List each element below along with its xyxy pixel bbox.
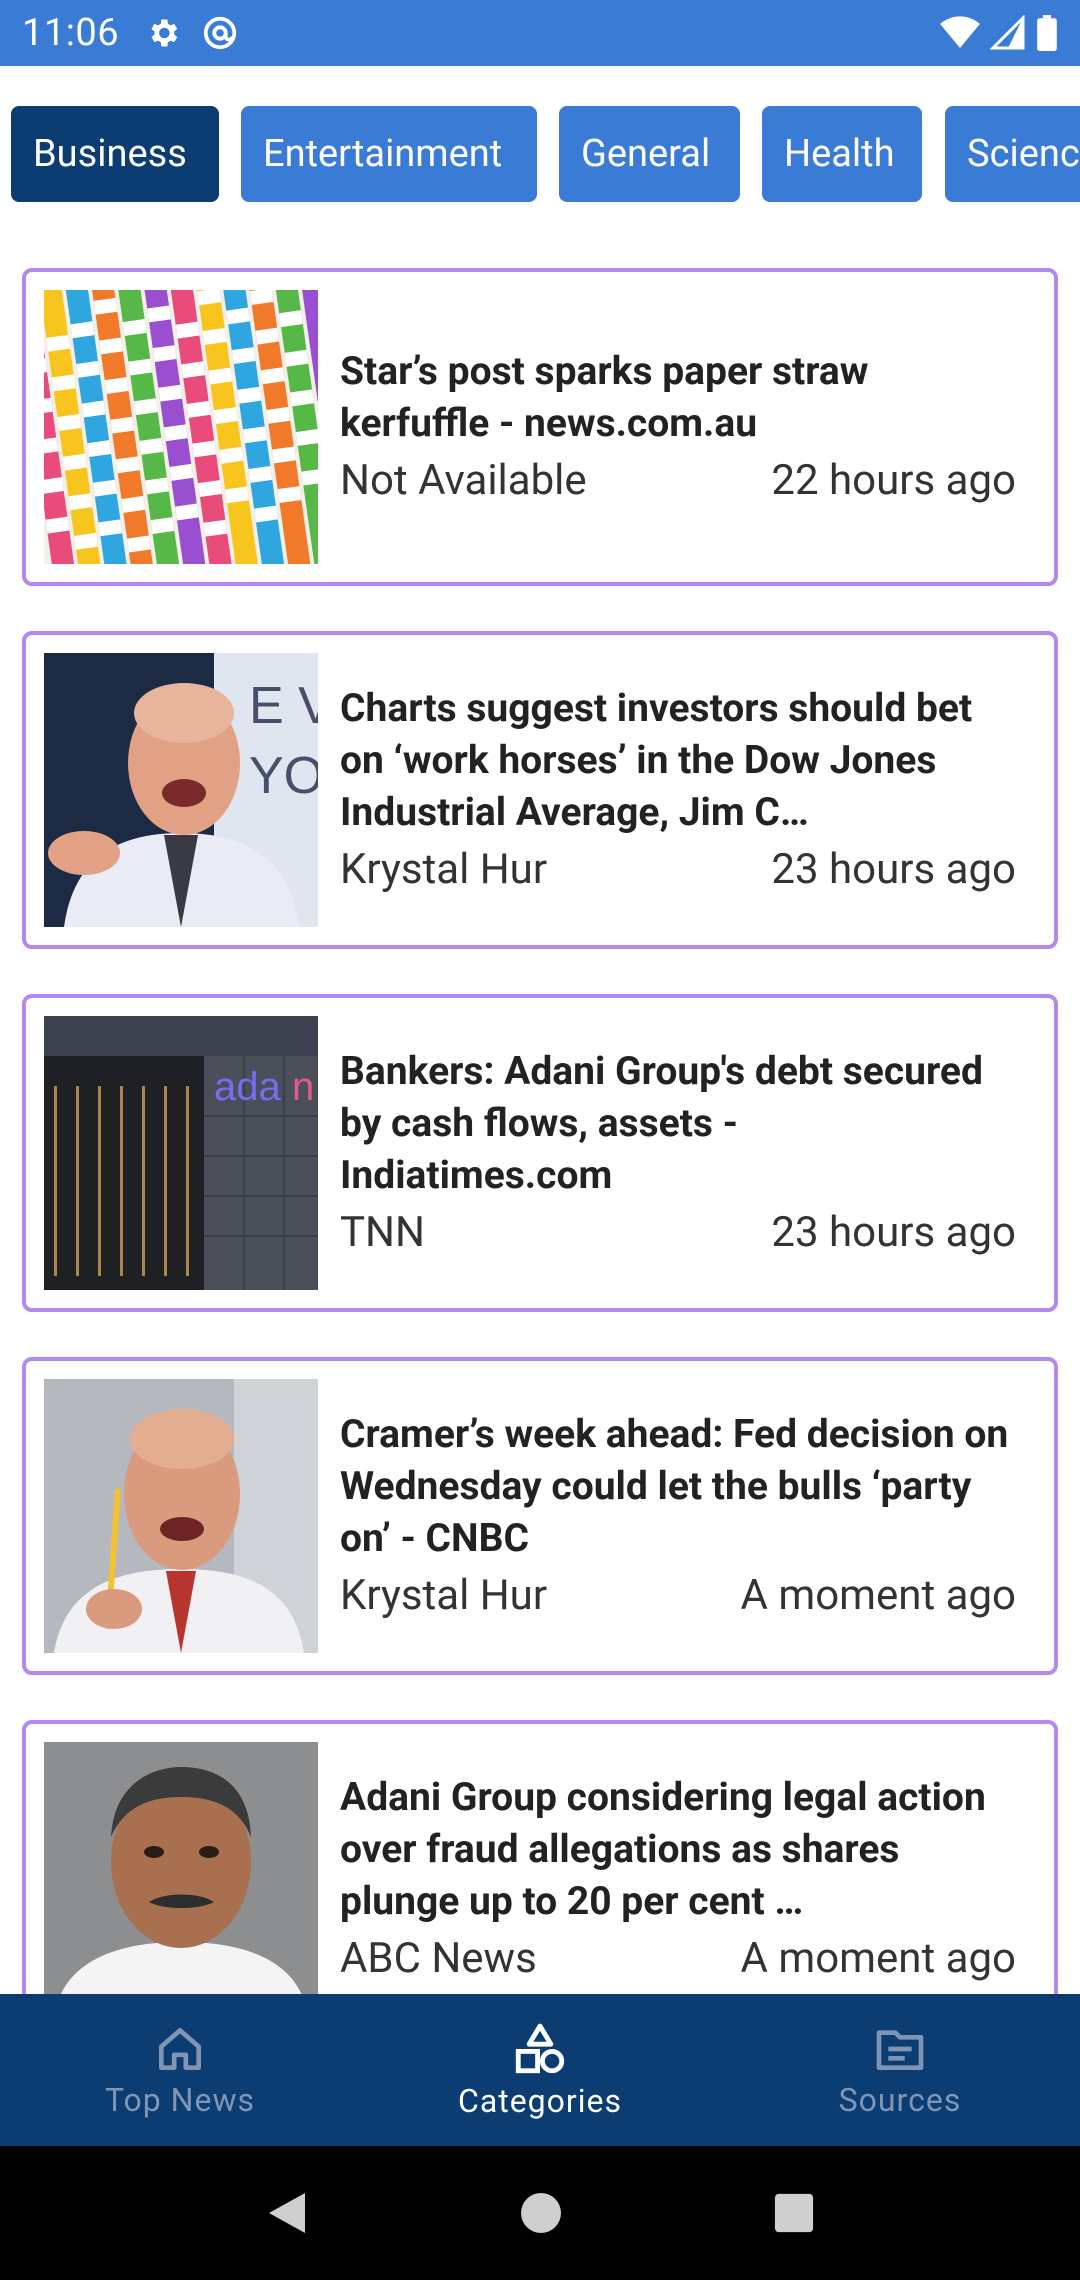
category-tabs: Business Entertainment General Health Sc…	[0, 106, 1080, 204]
article-time: 22 hours ago	[771, 456, 1016, 505]
article-body: Star’s post sparks paper straw kerfuffle…	[318, 345, 1054, 509]
back-icon[interactable]	[265, 2189, 309, 2237]
recents-icon[interactable]	[773, 2192, 815, 2234]
article-card[interactable]: Cramer’s week ahead: Fed decision on Wed…	[22, 1357, 1058, 1675]
article-meta: ABC News A moment ago	[340, 1931, 1016, 1987]
tab-entertainment[interactable]: Entertainment	[241, 106, 537, 202]
article-card[interactable]: Star’s post sparks paper straw kerfuffle…	[22, 268, 1058, 586]
status-right-icons	[940, 15, 1058, 51]
article-card[interactable]: Adani Group considering legal action ove…	[22, 1720, 1058, 1994]
status-time: 11:06	[22, 11, 120, 55]
article-body: Charts suggest investors should bet on ‘…	[318, 682, 1054, 898]
home-circle-icon[interactable]	[519, 2191, 563, 2235]
tab-general[interactable]: General	[559, 106, 740, 202]
svg-text:E V: E V	[249, 677, 318, 735]
nav-top-news[interactable]: Top News	[0, 1994, 360, 2146]
svg-text:n: n	[292, 1065, 314, 1109]
article-time: A moment ago	[740, 1571, 1016, 1620]
article-body: Cramer’s week ahead: Fed decision on Wed…	[318, 1408, 1054, 1624]
article-title: Star’s post sparks paper straw kerfuffle…	[340, 348, 869, 446]
nav-label: Sources	[838, 2081, 962, 2119]
signal-icon	[990, 15, 1025, 50]
article-author: Krystal Hur	[340, 1571, 548, 1620]
article-image-straws	[44, 290, 318, 564]
article-title: Bankers: Adani Group's debt secured by c…	[340, 1048, 983, 1198]
battery-icon	[1037, 15, 1057, 51]
nav-sources[interactable]: Sources	[720, 1994, 1080, 2146]
svg-text:YO: YO	[249, 747, 318, 805]
article-image-adani-portrait	[44, 1742, 318, 1994]
article-meta: Not Available 22 hours ago	[340, 453, 1016, 509]
article-title: Charts suggest investors should bet on ‘…	[340, 685, 973, 835]
article-author: TNN	[340, 1208, 425, 1257]
status-bar: 11:06	[0, 0, 1080, 66]
article-meta: TNN 23 hours ago	[340, 1205, 1016, 1261]
gear-icon	[145, 15, 181, 51]
article-list: Star’s post sparks paper straw kerfuffle…	[0, 264, 1080, 1994]
article-time: 23 hours ago	[771, 845, 1016, 894]
article-body: Adani Group considering legal action ove…	[318, 1771, 1054, 1987]
system-navigation-bar	[0, 2146, 1080, 2280]
nav-label: Categories	[458, 2082, 622, 2120]
article-author: Krystal Hur	[340, 845, 548, 894]
article-card[interactable]: ada n Bankers: Adani Group's debt secure…	[22, 994, 1058, 1312]
svg-text:ada: ada	[214, 1065, 281, 1109]
nav-label: Top News	[104, 2081, 256, 2119]
at-sign-icon	[201, 14, 239, 52]
wifi-icon	[940, 16, 980, 48]
article-body: Bankers: Adani Group's debt secured by c…	[318, 1045, 1054, 1261]
home-icon	[159, 2028, 202, 2070]
bottom-navigation: Top News Categories Sources	[0, 1994, 1080, 2146]
article-time: A moment ago	[740, 1934, 1016, 1983]
article-title: Cramer’s week ahead: Fed decision on Wed…	[340, 1411, 1009, 1561]
article-author: Not Available	[340, 456, 587, 505]
article-time: 23 hours ago	[771, 1208, 1016, 1257]
nav-categories[interactable]: Categories	[360, 1994, 720, 2146]
article-meta: Krystal Hur 23 hours ago	[340, 842, 1016, 898]
article-title: Adani Group considering legal action ove…	[340, 1774, 986, 1924]
article-image-adani-building: ada n	[44, 1016, 318, 1290]
article-author: ABC News	[340, 1934, 537, 1983]
shapes-icon	[515, 2023, 565, 2074]
article-image-cramer: E V YO	[44, 653, 318, 927]
tab-science[interactable]: Science	[945, 106, 1080, 202]
folder-icon	[876, 2030, 924, 2070]
article-image-cramer-pencil	[44, 1379, 318, 1653]
tab-health[interactable]: Health	[762, 106, 922, 202]
tab-business[interactable]: Business	[11, 106, 219, 202]
article-meta: Krystal Hur A moment ago	[340, 1568, 1016, 1624]
article-card[interactable]: E V YO Charts suggest investors should b…	[22, 631, 1058, 949]
